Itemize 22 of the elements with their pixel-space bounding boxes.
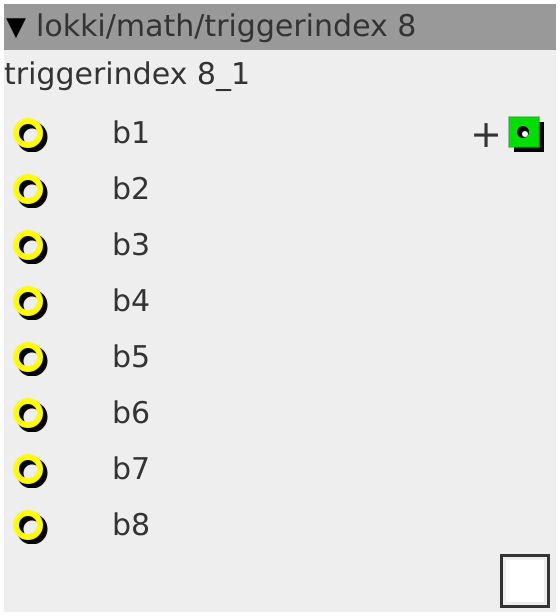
inlet-ring-icon[interactable] bbox=[12, 508, 48, 544]
inlet-label: b7 bbox=[112, 455, 150, 485]
inlet-ring-icon[interactable] bbox=[12, 452, 48, 488]
inlet-label: b8 bbox=[112, 511, 150, 541]
inlet-label: b1 bbox=[112, 119, 150, 149]
instance-name: triggerindex 8_1 bbox=[4, 56, 252, 94]
inlet-ring-icon[interactable] bbox=[12, 172, 48, 208]
inlet-ring-icon[interactable] bbox=[12, 340, 48, 376]
inlet-ring-icon[interactable] bbox=[12, 228, 48, 264]
collapse-arrow[interactable]: ▼ bbox=[6, 14, 26, 40]
inlet-ring-icon[interactable] bbox=[12, 396, 48, 432]
outlet-port-icon[interactable] bbox=[508, 116, 544, 152]
module-title: lokki/math/triggerindex 8 bbox=[36, 12, 416, 42]
toggle-box[interactable] bbox=[500, 554, 550, 608]
inlet-ring-icon[interactable] bbox=[12, 284, 48, 320]
inlet-label: b5 bbox=[112, 343, 150, 373]
add-button[interactable]: + bbox=[470, 115, 502, 153]
inlet-ring-icon[interactable] bbox=[12, 116, 48, 152]
inlet-label: b6 bbox=[112, 399, 150, 429]
inlet-label: b2 bbox=[112, 175, 150, 205]
inlet-label: b4 bbox=[112, 287, 150, 317]
inlet-label: b3 bbox=[112, 231, 150, 261]
